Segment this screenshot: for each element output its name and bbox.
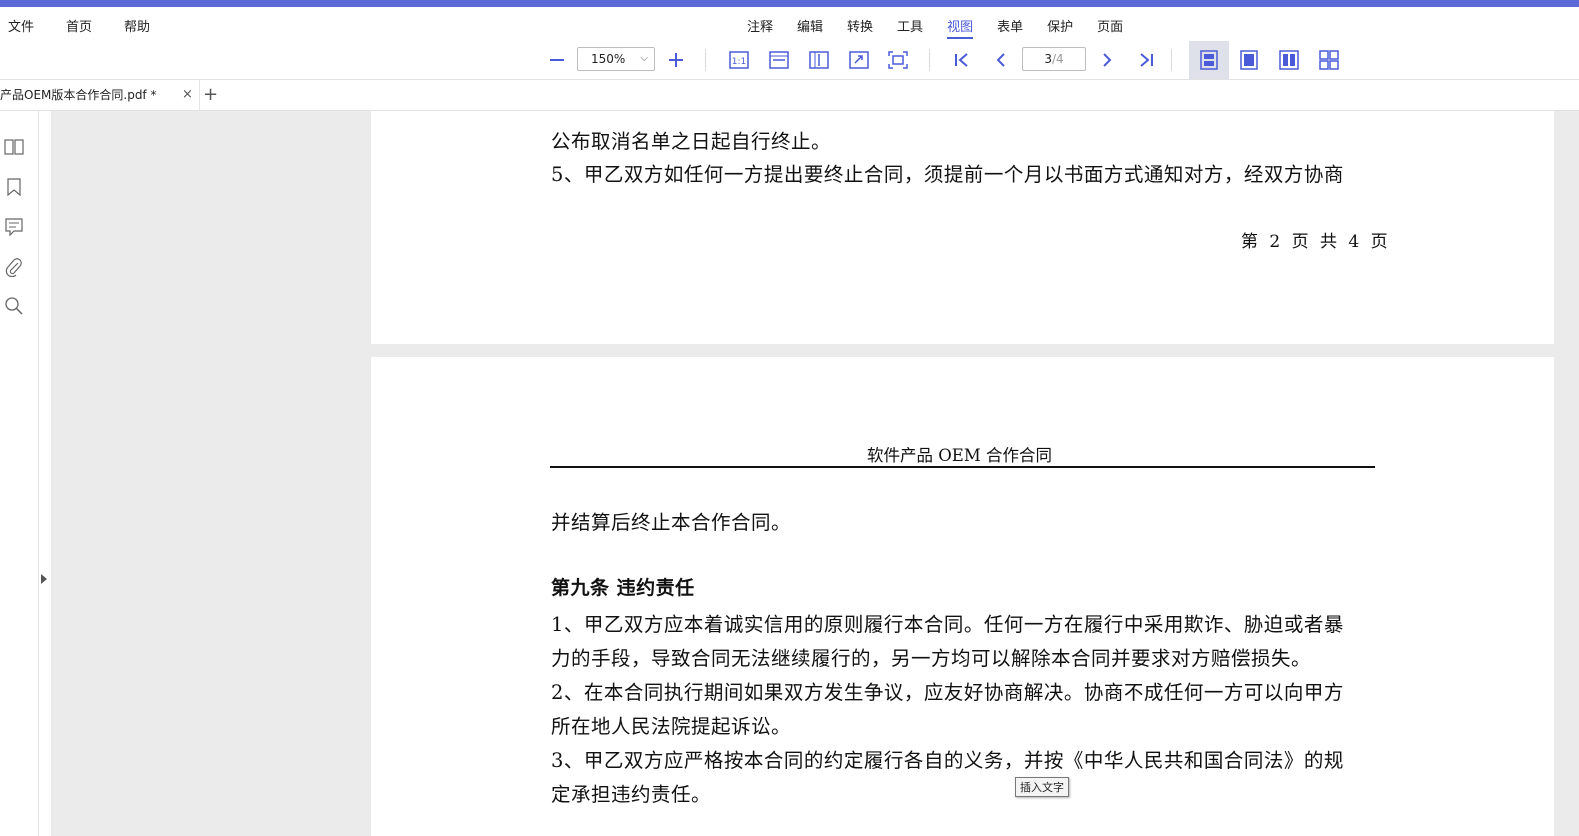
tab-edit[interactable]: 编辑 <box>797 16 823 35</box>
page-text-line[interactable]: 定承担违约责任。 <box>551 778 711 807</box>
tab-form[interactable]: 表单 <box>997 16 1023 35</box>
zoom-out-button[interactable] <box>547 41 567 79</box>
tab-annotate[interactable]: 注释 <box>747 16 773 35</box>
minus-icon <box>550 59 564 61</box>
menu-left-group: 文件 首页 帮助 <box>8 16 182 35</box>
page-text-line[interactable]: 所在地人民法院提起诉讼。 <box>551 710 791 739</box>
fit-width-icon <box>769 51 789 69</box>
left-sidebar <box>0 111 39 836</box>
page-text-line[interactable]: 力的手段，导致合同无法继续履行的，另一方均可以解除本合同并要求对方赔偿损失。 <box>551 642 1311 671</box>
view-toolbar: 150% ⌵ 1:1 3/4 <box>0 41 1579 80</box>
zoom-value: 150% <box>591 52 626 66</box>
page-text-line[interactable]: 并结算后终止本合作合同。 <box>551 506 791 535</box>
fit-width-button[interactable] <box>768 41 790 79</box>
header-rule <box>550 466 1375 468</box>
search-icon[interactable] <box>4 296 24 316</box>
bookmark-icon[interactable] <box>4 177 24 197</box>
document-canvas: 公布取消名单之日起自行终止。 5、甲乙双方如任何一方提出要终止合同，须提前一个月… <box>51 111 1579 836</box>
new-tab-button[interactable]: + <box>203 80 218 110</box>
tab-page[interactable]: 页面 <box>1097 16 1123 35</box>
first-page-icon <box>955 53 968 67</box>
article-title[interactable]: 第九条 违约责任 <box>551 573 695 600</box>
page-text-line[interactable]: 1、甲乙双方应本着诚实信用的原则履行本合同。任何一方在履行中采用欺诈、胁迫或者暴 <box>551 608 1344 637</box>
total-pages: /4 <box>1051 52 1064 66</box>
single-page-icon <box>1240 50 1258 70</box>
single-page-continuous-button[interactable] <box>1198 41 1220 79</box>
sidebar-expand-arrow-icon[interactable] <box>41 574 47 584</box>
grid-view-icon <box>1319 50 1339 70</box>
fit-height-icon <box>809 51 829 69</box>
tab-convert[interactable]: 转换 <box>847 16 873 35</box>
insert-text-tooltip: 插入文字 <box>1015 777 1069 797</box>
two-page-continuous-button[interactable] <box>1318 41 1340 79</box>
chevron-right-icon <box>1103 53 1112 67</box>
page-text-line[interactable]: 3、甲乙双方应严格按本合同的约定履行各自的义务，并按《中华人民共和国合同法》的规 <box>551 744 1344 773</box>
toolbar-divider <box>705 49 706 71</box>
chevron-left-icon <box>996 53 1005 67</box>
page-header: 软件产品 OEM 合作合同 <box>867 446 1052 465</box>
clipped-text-line <box>546 111 1376 115</box>
document-tab-title: 产品OEM版本合作合同.pdf * <box>0 88 157 102</box>
ribbon-tabs: 注释 编辑 转换 工具 视图 表单 保护 页面 <box>747 16 1147 39</box>
current-page: 3 <box>1044 52 1052 66</box>
thumbnails-icon[interactable] <box>4 137 24 157</box>
comment-icon[interactable] <box>4 217 24 237</box>
page-text-line[interactable]: 5、甲乙双方如任何一方提出要终止合同，须提前一个月以书面方式通知对方，经双方协商 <box>551 158 1344 187</box>
toolbar-divider <box>929 49 930 71</box>
menu-file[interactable]: 文件 <box>8 16 34 35</box>
window-top-accent <box>0 0 1579 7</box>
menu-help[interactable]: 帮助 <box>124 16 150 35</box>
fullscreen-icon <box>888 51 908 69</box>
actual-size-icon: 1:1 <box>729 51 749 69</box>
chevron-down-icon: ⌵ <box>640 53 648 64</box>
document-tab[interactable]: 产品OEM版本合作合同.pdf * × <box>0 80 200 110</box>
page-number-input[interactable]: 3/4 <box>1022 47 1086 71</box>
fit-height-button[interactable] <box>808 41 830 79</box>
toolbar-divider <box>1171 49 1172 71</box>
fullscreen-button[interactable] <box>887 41 909 79</box>
pdf-page: 公布取消名单之日起自行终止。 5、甲乙双方如任何一方提出要终止合同，须提前一个月… <box>371 111 1554 344</box>
last-page-icon <box>1140 53 1153 67</box>
menu-home[interactable]: 首页 <box>66 16 92 35</box>
menu-bar: 文件 首页 帮助 注释 编辑 转换 工具 视图 表单 保护 页面 <box>0 7 1579 41</box>
plus-icon <box>669 53 683 67</box>
single-page-button[interactable] <box>1238 41 1260 79</box>
page-text-line[interactable]: 2、在本合同执行期间如果双方发生争议，应友好协商解决。协商不成任何一方可以向甲方 <box>551 676 1344 705</box>
previous-page-button[interactable] <box>991 41 1011 79</box>
tab-tools[interactable]: 工具 <box>897 16 923 35</box>
zoom-in-button[interactable] <box>666 41 686 79</box>
zoom-select[interactable]: 150% ⌵ <box>577 47 655 71</box>
first-page-button[interactable] <box>952 41 972 79</box>
next-page-button[interactable] <box>1097 41 1117 79</box>
close-icon[interactable]: × <box>182 80 193 110</box>
document-tab-bar: 产品OEM版本合作合同.pdf * × + <box>0 80 1579 111</box>
actual-size-button[interactable]: 1:1 <box>728 41 750 79</box>
page-footer: 第 2 页 共 4 页 <box>1241 232 1391 252</box>
attachment-icon[interactable] <box>4 257 24 278</box>
single-continuous-icon <box>1200 50 1218 70</box>
tab-protect[interactable]: 保护 <box>1047 16 1073 35</box>
two-page-button[interactable] <box>1278 41 1300 79</box>
fit-page-icon <box>849 51 869 69</box>
two-page-icon <box>1279 50 1299 70</box>
page-text-line[interactable]: 公布取消名单之日起自行终止。 <box>551 125 831 154</box>
pdf-page: 软件产品 OEM 合作合同 并结算后终止本合作合同。 第九条 违约责任 1、甲乙… <box>371 357 1554 836</box>
tab-view[interactable]: 视图 <box>947 16 974 39</box>
svg-text:1:1: 1:1 <box>732 57 746 67</box>
fit-page-button[interactable] <box>848 41 870 79</box>
last-page-button[interactable] <box>1136 41 1156 79</box>
